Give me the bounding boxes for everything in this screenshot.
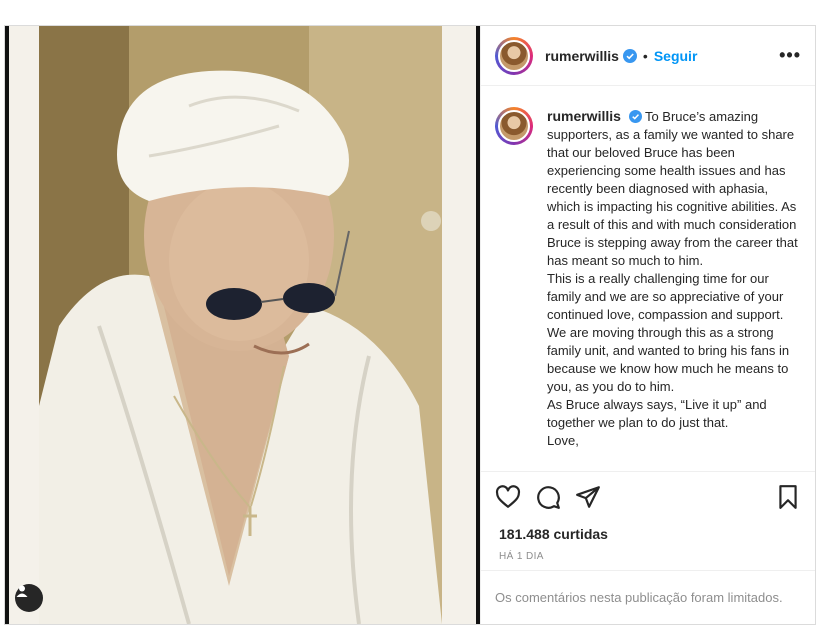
caption-paragraph-1: rumerwillis To Bruce’s amazing supporter…: [547, 107, 801, 270]
post-media[interactable]: [5, 26, 480, 624]
username-link[interactable]: rumerwillis: [545, 48, 619, 64]
action-bar: [481, 471, 815, 521]
likes-count[interactable]: 181.488 curtidas: [499, 526, 608, 542]
post-sidebar: rumerwillis • Seguir ••• rumerwillis To …: [480, 26, 815, 624]
follow-button[interactable]: Seguir: [654, 48, 698, 64]
story-ring[interactable]: [495, 36, 533, 75]
caption-block: rumerwillis To Bruce’s amazing supporter…: [481, 87, 815, 471]
comments-limited-notice: Os comentários nesta publicação foram li…: [481, 570, 815, 624]
caption-text: rumerwillis To Bruce’s amazing supporter…: [547, 107, 801, 471]
separator-dot: •: [642, 47, 648, 64]
comment-icon[interactable]: [535, 484, 561, 510]
photo-illustration: [39, 26, 442, 624]
heart-icon[interactable]: [495, 484, 521, 510]
post-timestamp[interactable]: HÁ 1 DIA: [499, 551, 544, 562]
verified-badge-icon: [622, 48, 637, 63]
caption-avatar[interactable]: [498, 110, 530, 142]
caption-story-ring[interactable]: [495, 107, 533, 145]
caption-paragraph-3: As Bruce always says, “Live it up” and t…: [547, 397, 767, 430]
avatar[interactable]: [498, 39, 530, 72]
caption-username-link[interactable]: rumerwillis: [547, 108, 621, 124]
send-icon[interactable]: [575, 484, 601, 510]
instagram-post: rumerwillis • Seguir ••• rumerwillis To …: [4, 25, 816, 625]
user-tags-button[interactable]: [15, 584, 43, 612]
caption-line: To Bruce’s amazing supporters, as a fami…: [547, 109, 798, 268]
post-header: rumerwillis • Seguir •••: [481, 26, 815, 86]
user-icon: [16, 585, 28, 597]
caption-paragraph-2: This is a really challenging time for ou…: [547, 271, 790, 394]
verified-badge-icon: [628, 110, 642, 123]
caption-paragraph-4: Love,: [547, 433, 579, 448]
more-options-icon[interactable]: •••: [779, 45, 801, 66]
post-photo[interactable]: [39, 26, 442, 624]
bookmark-icon[interactable]: [775, 484, 801, 510]
